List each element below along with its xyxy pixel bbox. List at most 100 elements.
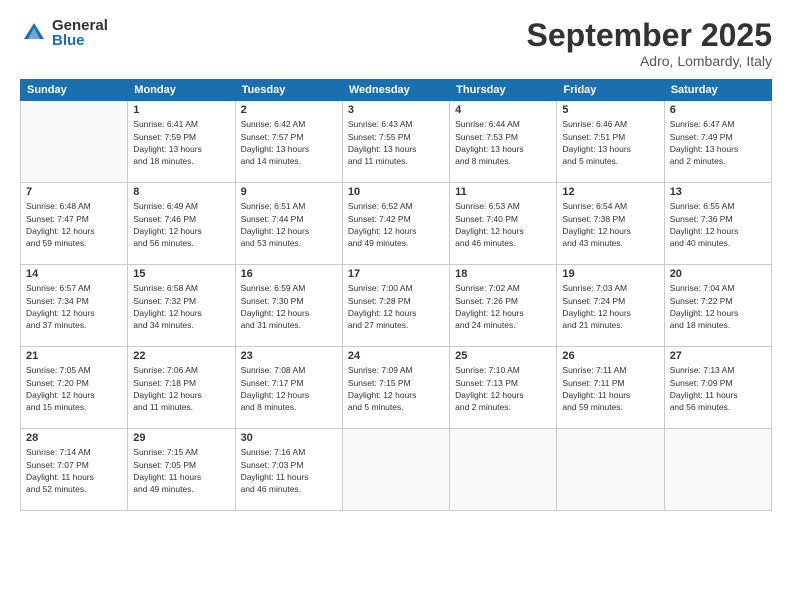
day-number: 27 — [670, 350, 766, 362]
calendar-day-cell — [450, 429, 557, 511]
calendar-col-header: Sunday — [21, 80, 128, 101]
day-number: 7 — [26, 186, 122, 198]
day-info: Sunrise: 7:10 AMSunset: 7:13 PMDaylight:… — [455, 364, 551, 413]
day-number: 5 — [562, 104, 658, 116]
calendar-header-row: SundayMondayTuesdayWednesdayThursdayFrid… — [21, 80, 772, 101]
calendar-col-header: Saturday — [664, 80, 771, 101]
day-number: 10 — [348, 186, 444, 198]
day-info: Sunrise: 7:13 AMSunset: 7:09 PMDaylight:… — [670, 364, 766, 413]
calendar-col-header: Monday — [128, 80, 235, 101]
calendar-day-cell: 5 Sunrise: 6:46 AMSunset: 7:51 PMDaylight… — [557, 101, 664, 183]
calendar-day-cell: 22 Sunrise: 7:06 AMSunset: 7:18 PMDayligh… — [128, 347, 235, 429]
calendar-day-cell: 10 Sunrise: 6:52 AMSunset: 7:42 PMDayligh… — [342, 183, 449, 265]
calendar-day-cell: 6 Sunrise: 6:47 AMSunset: 7:49 PMDaylight… — [664, 101, 771, 183]
day-info: Sunrise: 6:46 AMSunset: 7:51 PMDaylight:… — [562, 118, 658, 167]
calendar-day-cell: 23Sunrise: 7:08 AMSunset: 7:17 PMDayligh… — [235, 347, 342, 429]
calendar-day-cell: 14 Sunrise: 6:57 AMSunset: 7:34 PMDayligh… — [21, 265, 128, 347]
calendar-day-cell: 21Sunrise: 7:05 AMSunset: 7:20 PMDayligh… — [21, 347, 128, 429]
day-number: 15 — [133, 268, 229, 280]
day-info: Sunrise: 7:00 AMSunset: 7:28 PMDaylight:… — [348, 282, 444, 331]
day-info: Sunrise: 7:02 AMSunset: 7:26 PMDaylight:… — [455, 282, 551, 331]
day-info: Sunrise: 6:51 AMSunset: 7:44 PMDaylight:… — [241, 200, 337, 249]
location: Adro, Lombardy, Italy — [527, 53, 772, 69]
calendar-day-cell: 12 Sunrise: 6:54 AMSunset: 7:38 PMDayligh… — [557, 183, 664, 265]
calendar-day-cell: 25Sunrise: 7:10 AMSunset: 7:13 PMDayligh… — [450, 347, 557, 429]
day-info: Sunrise: 6:52 AMSunset: 7:42 PMDaylight:… — [348, 200, 444, 249]
calendar-day-cell: 1Sunrise: 6:41 AMSunset: 7:59 PMDaylight… — [128, 101, 235, 183]
day-info: Sunrise: 7:09 AMSunset: 7:15 PMDaylight:… — [348, 364, 444, 413]
day-info: Sunrise: 7:08 AMSunset: 7:17 PMDaylight:… — [241, 364, 337, 413]
calendar-day-cell: 24 Sunrise: 7:09 AMSunset: 7:15 PMDayligh… — [342, 347, 449, 429]
day-number: 6 — [670, 104, 766, 116]
day-number: 12 — [562, 186, 658, 198]
day-info: Sunrise: 6:54 AMSunset: 7:38 PMDaylight:… — [562, 200, 658, 249]
day-number: 26 — [562, 350, 658, 362]
calendar-day-cell: 7 Sunrise: 6:48 AMSunset: 7:47 PMDaylight… — [21, 183, 128, 265]
calendar-day-cell: 4 Sunrise: 6:44 AMSunset: 7:53 PMDaylight… — [450, 101, 557, 183]
day-info: Sunrise: 7:04 AMSunset: 7:22 PMDaylight:… — [670, 282, 766, 331]
calendar-day-cell: 2 Sunrise: 6:42 AMSunset: 7:57 PMDaylight… — [235, 101, 342, 183]
day-info: Sunrise: 7:06 AMSunset: 7:18 PMDaylight:… — [133, 364, 229, 413]
calendar-day-cell: 11 Sunrise: 6:53 AMSunset: 7:40 PMDayligh… — [450, 183, 557, 265]
calendar-col-header: Tuesday — [235, 80, 342, 101]
day-number: 4 — [455, 104, 551, 116]
day-info: Sunrise: 7:16 AMSunset: 7:03 PMDaylight:… — [241, 446, 337, 495]
day-number: 9 — [241, 186, 337, 198]
day-number: 14 — [26, 268, 122, 280]
logo-icon — [20, 19, 48, 47]
day-number: 3 — [348, 104, 444, 116]
title-block: September 2025 Adro, Lombardy, Italy — [527, 18, 772, 69]
header: General Blue September 2025 Adro, Lombar… — [20, 18, 772, 69]
day-info: Sunrise: 6:55 AMSunset: 7:36 PMDaylight:… — [670, 200, 766, 249]
calendar-day-cell: 28Sunrise: 7:14 AMSunset: 7:07 PMDayligh… — [21, 429, 128, 511]
day-number: 18 — [455, 268, 551, 280]
day-number: 11 — [455, 186, 551, 198]
calendar-col-header: Thursday — [450, 80, 557, 101]
day-info: Sunrise: 6:48 AMSunset: 7:47 PMDaylight:… — [26, 200, 122, 249]
day-number: 22 — [133, 350, 229, 362]
day-info: Sunrise: 7:15 AMSunset: 7:05 PMDaylight:… — [133, 446, 229, 495]
calendar-day-cell: 15 Sunrise: 6:58 AMSunset: 7:32 PMDayligh… — [128, 265, 235, 347]
day-info: Sunrise: 6:47 AMSunset: 7:49 PMDaylight:… — [670, 118, 766, 167]
day-info: Sunrise: 6:44 AMSunset: 7:53 PMDaylight:… — [455, 118, 551, 167]
calendar-col-header: Friday — [557, 80, 664, 101]
day-number: 1 — [133, 104, 229, 116]
day-number: 21 — [26, 350, 122, 362]
calendar-week-row: 21Sunrise: 7:05 AMSunset: 7:20 PMDayligh… — [21, 347, 772, 429]
day-number: 29 — [133, 432, 229, 444]
day-info: Sunrise: 6:59 AMSunset: 7:30 PMDaylight:… — [241, 282, 337, 331]
calendar-week-row: 14 Sunrise: 6:57 AMSunset: 7:34 PMDayligh… — [21, 265, 772, 347]
logo-text: General Blue — [52, 18, 108, 48]
calendar-day-cell: 9 Sunrise: 6:51 AMSunset: 7:44 PMDaylight… — [235, 183, 342, 265]
day-info: Sunrise: 6:43 AMSunset: 7:55 PMDaylight:… — [348, 118, 444, 167]
day-number: 2 — [241, 104, 337, 116]
calendar-day-cell: 30 Sunrise: 7:16 AMSunset: 7:03 PMDayligh… — [235, 429, 342, 511]
calendar-col-header: Wednesday — [342, 80, 449, 101]
calendar-day-cell: 17Sunrise: 7:00 AMSunset: 7:28 PMDayligh… — [342, 265, 449, 347]
calendar-day-cell: 27 Sunrise: 7:13 AMSunset: 7:09 PMDayligh… — [664, 347, 771, 429]
day-number: 13 — [670, 186, 766, 198]
calendar-week-row: 28Sunrise: 7:14 AMSunset: 7:07 PMDayligh… — [21, 429, 772, 511]
calendar-day-cell: 13 Sunrise: 6:55 AMSunset: 7:36 PMDayligh… — [664, 183, 771, 265]
day-info: Sunrise: 6:58 AMSunset: 7:32 PMDaylight:… — [133, 282, 229, 331]
day-number: 16 — [241, 268, 337, 280]
logo-blue: Blue — [52, 33, 108, 48]
calendar-day-cell: 16 Sunrise: 6:59 AMSunset: 7:30 PMDayligh… — [235, 265, 342, 347]
day-number: 30 — [241, 432, 337, 444]
calendar-day-cell: 18 Sunrise: 7:02 AMSunset: 7:26 PMDayligh… — [450, 265, 557, 347]
day-info: Sunrise: 6:57 AMSunset: 7:34 PMDaylight:… — [26, 282, 122, 331]
calendar-day-cell: 8Sunrise: 6:49 AMSunset: 7:46 PMDaylight… — [128, 183, 235, 265]
logo-general: General — [52, 18, 108, 33]
day-info: Sunrise: 6:53 AMSunset: 7:40 PMDaylight:… — [455, 200, 551, 249]
day-number: 8 — [133, 186, 229, 198]
calendar-day-cell — [342, 429, 449, 511]
day-number: 24 — [348, 350, 444, 362]
day-info: Sunrise: 7:11 AMSunset: 7:11 PMDaylight:… — [562, 364, 658, 413]
calendar-day-cell — [557, 429, 664, 511]
calendar-day-cell: 20Sunrise: 7:04 AMSunset: 7:22 PMDayligh… — [664, 265, 771, 347]
logo: General Blue — [20, 18, 108, 48]
calendar-table: SundayMondayTuesdayWednesdayThursdayFrid… — [20, 79, 772, 511]
day-number: 28 — [26, 432, 122, 444]
day-info: Sunrise: 6:42 AMSunset: 7:57 PMDaylight:… — [241, 118, 337, 167]
calendar-day-cell: 19Sunrise: 7:03 AMSunset: 7:24 PMDayligh… — [557, 265, 664, 347]
